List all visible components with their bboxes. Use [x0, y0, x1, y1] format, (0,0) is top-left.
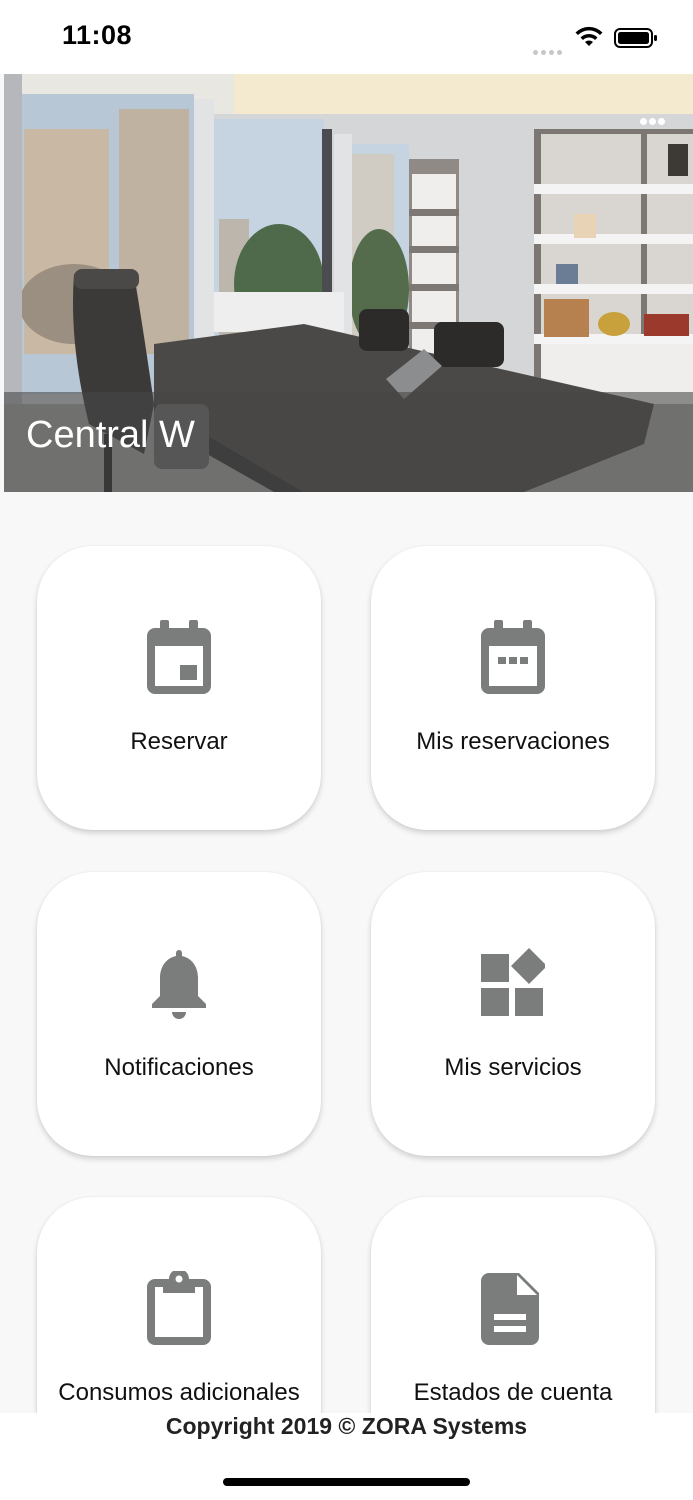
menu-tile-mis-reservaciones[interactable]: Mis reservaciones [371, 546, 655, 830]
menu-tile-label: Mis servicios [444, 1054, 582, 1081]
menu-tile-notificaciones[interactable]: Notificaciones [37, 872, 321, 1156]
calendar-event-icon [147, 620, 211, 694]
hero-title: Central W [26, 414, 195, 456]
menu-grid: Reservar Mis reservaciones Notificacione… [0, 492, 693, 1413]
menu-tile-label: Reservar [130, 728, 228, 755]
office-hero-image: Central W [4, 74, 693, 492]
menu-tile-label: Estados de cuenta [413, 1379, 613, 1406]
home-indicator[interactable] [223, 1478, 470, 1486]
battery-icon [614, 28, 657, 48]
menu-tile-label: Consumos adicionales [58, 1379, 300, 1406]
menu-tile-mis-servicios[interactable]: Mis servicios [371, 872, 655, 1156]
menu-tile-estados-de-cuenta[interactable]: Estados de cuenta [371, 1197, 655, 1413]
footer: Copyright 2019 © ZORA Systems [0, 1413, 693, 1500]
more-horizontal-icon[interactable] [640, 112, 667, 130]
clipboard-icon [147, 1271, 211, 1345]
menu-tile-reservar[interactable]: Reservar [37, 546, 321, 830]
bell-icon [152, 950, 206, 1019]
menu-tile-label: Notificaciones [104, 1054, 254, 1081]
status-time: 11:08 [62, 20, 133, 50]
menu-tile-label: Mis reservaciones [416, 728, 610, 755]
wifi-icon [575, 26, 603, 46]
cellular-signal-icon [533, 42, 565, 60]
document-icon [481, 1273, 539, 1345]
status-bar: 11:08 [0, 0, 693, 74]
widgets-icon [481, 948, 545, 1016]
copyright-text: Copyright 2019 © ZORA Systems [165, 1413, 528, 1439]
menu-tile-consumos-adicionales[interactable]: Consumos adicionales [37, 1197, 321, 1413]
calendar-dots-icon [481, 620, 545, 694]
